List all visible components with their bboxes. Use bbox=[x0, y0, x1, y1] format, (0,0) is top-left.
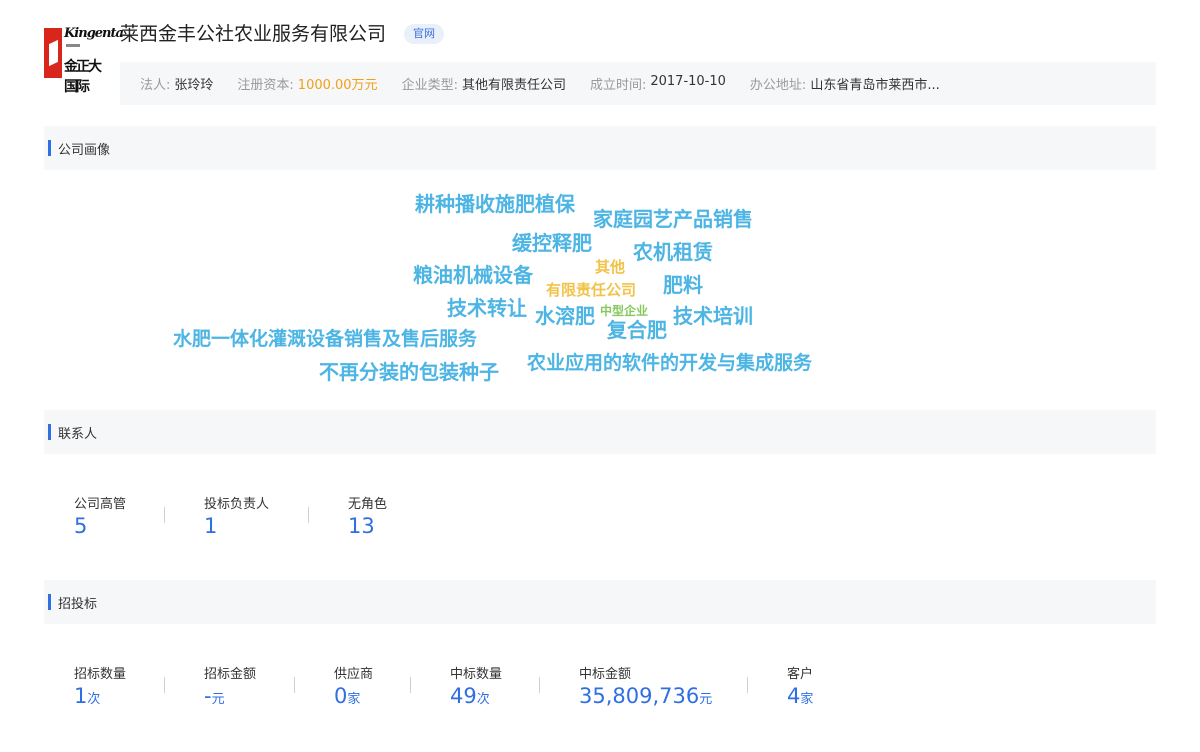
stat-value: 4家 bbox=[787, 684, 814, 708]
stat-value: 13 bbox=[348, 514, 375, 538]
stat-customers[interactable]: 客户 4家 bbox=[748, 663, 848, 708]
cloud-word[interactable]: 技术转让 bbox=[447, 298, 527, 318]
section-accent-bar bbox=[48, 424, 51, 440]
stat-label: 无角色 bbox=[348, 497, 388, 512]
cloud-word[interactable]: 耕种播收施肥植保 bbox=[415, 194, 575, 214]
cloud-word[interactable]: 水溶肥 bbox=[535, 306, 595, 326]
info-label: 注册资本: bbox=[237, 78, 294, 93]
stat-value: 35,809,736元 bbox=[579, 684, 713, 708]
info-label: 法人: bbox=[140, 78, 171, 93]
logo-divider bbox=[66, 44, 80, 47]
cloud-word[interactable]: 有限责任公司 bbox=[546, 283, 636, 298]
stat-suppliers[interactable]: 供应商 0家 bbox=[295, 663, 411, 708]
info-value[interactable]: 山东省青岛市莱西市... bbox=[810, 74, 939, 93]
stat-value: 0家 bbox=[334, 684, 361, 708]
cloud-word[interactable]: 农业应用的软件的开发与集成服务 bbox=[527, 354, 812, 373]
stat-value: 5 bbox=[74, 514, 88, 538]
stat-win-count[interactable]: 中标数量 49次 bbox=[411, 663, 540, 708]
bidding-stats: 招标数量 1次 招标金额 -元 供应商 0家 中标数量 49次 中标金额 35,… bbox=[44, 663, 848, 708]
cloud-word[interactable]: 复合肥 bbox=[607, 320, 667, 340]
company-name: 莱西金丰公社农业服务有限公司 bbox=[120, 23, 387, 45]
info-office-address: 办公地址: 山东省青岛市莱西市... bbox=[750, 74, 940, 93]
cloud-word[interactable]: 农机租赁 bbox=[633, 242, 713, 262]
section-header-portrait: 公司画像 bbox=[44, 126, 1156, 170]
info-value: 张玲玲 bbox=[174, 78, 214, 93]
info-value: 2017-10-10 bbox=[650, 74, 726, 89]
stat-executives[interactable]: 公司高管 5 bbox=[44, 493, 165, 538]
section-title: 招投标 bbox=[58, 596, 98, 612]
section-title: 联系人 bbox=[58, 426, 98, 442]
stat-label: 投标负责人 bbox=[204, 497, 270, 512]
stat-value: 1次 bbox=[74, 684, 101, 708]
stat-tender-amount[interactable]: 招标金额 -元 bbox=[165, 663, 295, 708]
stat-win-amount[interactable]: 中标金额 35,809,736元 bbox=[540, 663, 748, 708]
logo-text-en: Kingenta bbox=[64, 26, 124, 41]
stat-label: 招标数量 bbox=[74, 667, 127, 682]
section-header-contacts: 联系人 bbox=[44, 410, 1156, 454]
stat-label: 中标金额 bbox=[579, 667, 632, 682]
logo-text-cn: 金正大国际 bbox=[64, 59, 102, 95]
official-site-badge[interactable]: 官网 bbox=[404, 24, 444, 44]
cloud-word[interactable]: 粮油机械设备 bbox=[413, 265, 533, 285]
company-info-bar: 法人: 张玲玲 注册资本: 1000.00万元 企业类型: 其他有限责任公司 成… bbox=[120, 62, 1156, 105]
cloud-word[interactable]: 不再分装的包装种子 bbox=[319, 362, 499, 382]
section-accent-bar bbox=[48, 140, 51, 156]
stat-no-role[interactable]: 无角色 13 bbox=[309, 493, 429, 538]
stat-label: 客户 bbox=[787, 667, 814, 682]
cloud-word[interactable]: 中型企业 bbox=[600, 305, 648, 317]
info-value: 其他有限责任公司 bbox=[461, 78, 566, 93]
company-logo: Kingenta 金正大国际 bbox=[44, 24, 124, 95]
stat-label: 招标金额 bbox=[204, 667, 257, 682]
cloud-word[interactable]: 其他 bbox=[595, 260, 625, 275]
info-company-type: 企业类型: 其他有限责任公司 bbox=[402, 74, 566, 93]
info-established-date: 成立时间: 2017-10-10 bbox=[590, 74, 726, 93]
word-cloud: 耕种播收施肥植保 家庭园艺产品销售 缓控释肥 农机租赁 其他 粮油机械设备 有限… bbox=[44, 170, 1156, 400]
section-accent-bar bbox=[48, 594, 51, 610]
contacts-stats: 公司高管 5 投标负责人 1 无角色 13 bbox=[44, 493, 429, 538]
cloud-word[interactable]: 技术培训 bbox=[673, 306, 753, 326]
info-label: 成立时间: bbox=[589, 78, 647, 93]
cloud-word[interactable]: 肥料 bbox=[663, 275, 703, 295]
stat-tender-count[interactable]: 招标数量 1次 bbox=[44, 663, 165, 708]
stat-value: -元 bbox=[204, 684, 225, 708]
stat-label: 公司高管 bbox=[74, 497, 127, 512]
cloud-word[interactable]: 缓控释肥 bbox=[512, 233, 592, 253]
stat-value: 1 bbox=[204, 514, 218, 538]
stat-value: 49次 bbox=[450, 684, 490, 708]
section-title: 公司画像 bbox=[58, 142, 111, 158]
info-value: 1000.00万元 bbox=[297, 78, 378, 93]
info-legal-person: 法人: 张玲玲 bbox=[140, 74, 213, 93]
cloud-word[interactable]: 水肥一体化灌溉设备销售及售后服务 bbox=[173, 330, 477, 349]
stat-label: 供应商 bbox=[334, 667, 374, 682]
stat-label: 中标数量 bbox=[450, 667, 503, 682]
cloud-word[interactable]: 家庭园艺产品销售 bbox=[593, 209, 753, 229]
section-header-bidding: 招投标 bbox=[44, 580, 1156, 624]
info-label: 企业类型: bbox=[401, 78, 458, 93]
logo-mark-icon bbox=[44, 28, 62, 78]
info-label: 办公地址: bbox=[749, 78, 807, 93]
info-registered-capital: 注册资本: 1000.00万元 bbox=[237, 74, 377, 93]
stat-bid-managers[interactable]: 投标负责人 1 bbox=[165, 493, 309, 538]
